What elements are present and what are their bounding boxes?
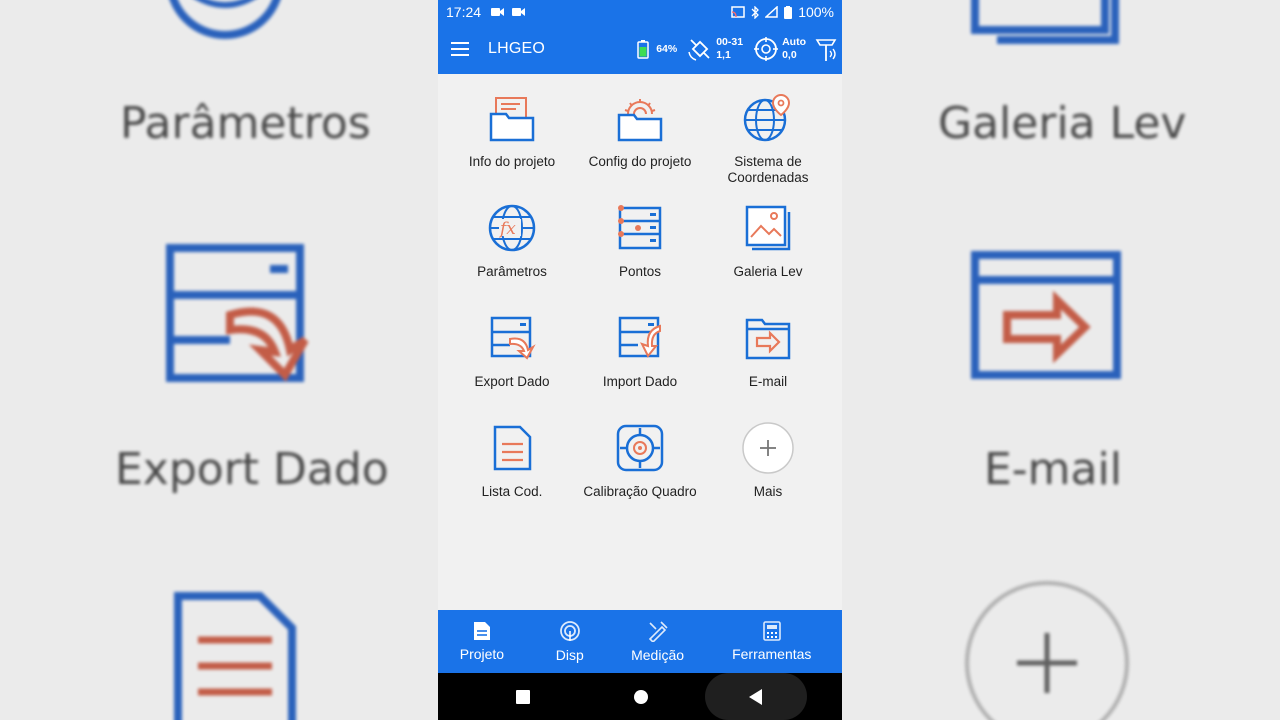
nav-label: Ferramentas (732, 646, 812, 662)
system-navigation-bar (438, 673, 842, 720)
project-info-folder-icon (489, 97, 535, 142)
plus-icon (965, 581, 1129, 720)
import-data-icon (618, 316, 661, 358)
receiver-connection[interactable] (814, 35, 840, 63)
tile-label: Config do projeto (588, 154, 692, 169)
tile-label: Sistema de Coordenadas (727, 154, 809, 185)
tile-export-dado[interactable]: Export Dado (448, 310, 576, 420)
bottom-navigation: Projeto Disp Medição Ferramentas (438, 610, 842, 673)
nav-medicao[interactable]: Medição (614, 610, 702, 673)
nav-disp[interactable]: Disp (526, 610, 614, 673)
gallery-icon (971, 0, 1119, 44)
receiver-status[interactable]: 64% 00-31 1,1 Auto 0,0 (637, 24, 840, 74)
plus-icon (742, 422, 794, 474)
tile-import-dado[interactable]: Import Dado (576, 310, 704, 420)
tile-calibracao-quadro[interactable]: Calibração Quadro (576, 420, 704, 530)
bg-label-galeria: Galeria Lev (938, 98, 1187, 149)
receiver-battery-icon (637, 40, 649, 59)
email-folder-icon (745, 318, 791, 360)
code-list-icon (174, 592, 296, 720)
app-bar: LHGEO 64% 00-31 1,1 Auto 0,0 (438, 24, 842, 74)
calculator-icon (762, 621, 781, 641)
status-bar: 17:24 100% (438, 0, 842, 24)
tile-label: Info do projeto (468, 154, 556, 169)
home-button[interactable] (626, 673, 656, 720)
bg-label-parametros: Parâmetros (120, 98, 371, 149)
satellite-status[interactable]: 00-31 1,1 (687, 36, 743, 62)
export-data-icon (166, 244, 309, 382)
status-battery-text: 100% (798, 4, 834, 20)
tile-galeria-lev[interactable]: Galeria Lev (704, 200, 832, 310)
bg-label-email: E-mail (984, 444, 1122, 495)
nav-projeto[interactable]: Projeto (438, 610, 526, 673)
email-folder-icon (971, 251, 1121, 379)
document-icon (473, 622, 490, 640)
export-data-icon (490, 316, 536, 360)
recents-button[interactable] (508, 673, 538, 720)
app-title: LHGEO (488, 40, 546, 57)
device-icon (559, 621, 580, 641)
circle-home-icon (634, 689, 648, 704)
satellite-icon (688, 39, 710, 61)
tile-label: Galeria Lev (733, 264, 803, 279)
receiver-battery-text: 64% (656, 42, 678, 55)
tile-label: Import Dado (602, 374, 678, 389)
svg-text:fx: fx (498, 219, 516, 239)
globe-pin-icon (743, 93, 791, 142)
video-camera-icon (512, 8, 526, 16)
tile-label: Export Dado (474, 374, 550, 389)
bluetooth-icon (751, 5, 760, 19)
tile-label: Parâmetros (477, 264, 547, 279)
phone-screen: 17:24 100% LHGEO 64% 00-31 1,1 Auto 0,0 … (438, 0, 842, 720)
tile-label: Mais (753, 484, 783, 499)
signal-icon (765, 6, 778, 18)
satellite-pdop: 1,1 (716, 49, 731, 61)
tile-config-projeto[interactable]: Config do projeto (576, 90, 704, 200)
triangle-back-icon (749, 688, 762, 705)
bg-label-export: Export Dado (115, 444, 389, 495)
globe-fx-icon: fx (488, 204, 536, 252)
square-recents-icon (516, 689, 530, 704)
project-menu-grid: Info do projeto Config do projeto Sistem… (448, 90, 832, 530)
tile-parametros[interactable]: fx Parâmetros (448, 200, 576, 310)
tile-lista-cod[interactable]: Lista Cod. (448, 420, 576, 530)
menu-button[interactable] (438, 24, 482, 74)
gnss-receiver-icon (815, 39, 837, 61)
tile-label: Calibração Quadro (583, 484, 697, 499)
solution-status[interactable]: Auto 0,0 (753, 36, 806, 62)
back-button[interactable] (705, 673, 807, 720)
tile-pontos[interactable]: Pontos (576, 200, 704, 310)
tile-info-projeto[interactable]: Info do projeto (448, 90, 576, 200)
tile-label: E-mail (748, 374, 788, 389)
background-left: fx Parâmetros Export Dado (0, 0, 438, 720)
tile-label: Lista Cod. (481, 484, 543, 499)
hamburger-menu-icon (451, 42, 469, 56)
points-list-icon (618, 205, 662, 250)
project-config-folder-icon (617, 99, 663, 142)
survey-icon (648, 621, 668, 642)
calibration-target-icon (616, 424, 664, 472)
satellite-count: 00-31 (716, 36, 744, 48)
code-list-icon (493, 425, 532, 471)
nav-label: Projeto (459, 646, 505, 662)
crosshair-icon (754, 37, 779, 61)
receiver-battery[interactable]: 64% (637, 39, 677, 59)
cast-icon (731, 6, 745, 18)
nav-label: Disp (555, 647, 584, 663)
tile-email[interactable]: E-mail (704, 310, 832, 420)
tile-label: Pontos (618, 264, 662, 279)
video-camera-icon (491, 8, 505, 16)
globe-fx-icon: fx (169, 0, 281, 39)
background-right: Galeria Lev E-mail (842, 0, 1280, 720)
tile-sistema-coordenadas[interactable]: Sistema de Coordenadas (704, 90, 832, 200)
gallery-icon (745, 205, 791, 251)
solution-mode: Auto (782, 36, 806, 48)
nav-label: Medição (631, 647, 685, 663)
tile-mais[interactable]: Mais (704, 420, 832, 530)
nav-ferramentas[interactable]: Ferramentas (701, 610, 842, 673)
battery-status-icon (784, 5, 793, 19)
solution-age: 0,0 (782, 49, 797, 61)
status-time: 17:24 (446, 4, 482, 20)
